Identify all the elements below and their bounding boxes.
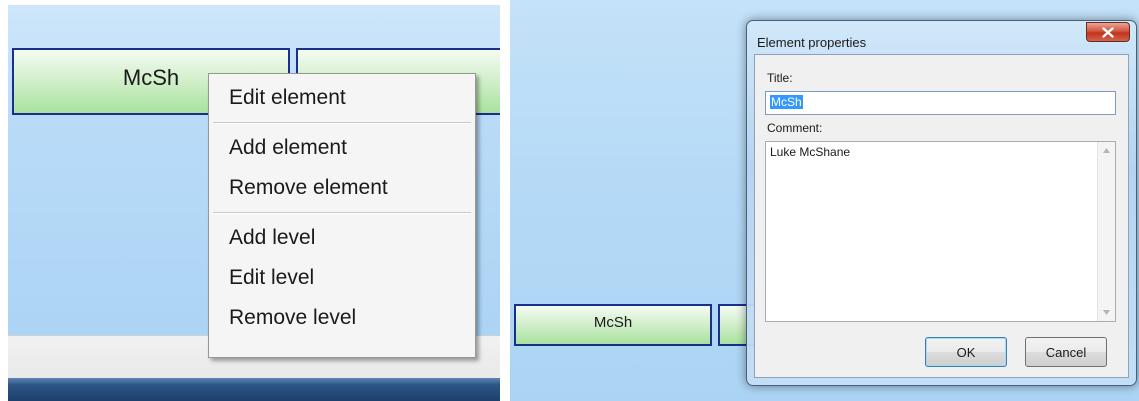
context-menu: Edit element Add element Remove element … [208,73,476,358]
menu-item-remove-level[interactable]: Remove level [209,298,475,338]
comment-textarea[interactable]: Luke McShane [765,141,1116,322]
menu-item-remove-element[interactable]: Remove element [209,168,475,208]
element-button-label: McSh [122,64,180,90]
scroll-down-icon[interactable] [1098,304,1115,321]
menu-item-add-element[interactable]: Add element [209,128,475,168]
left-screenshot-panel: McSh Edit element Add element Remove ele… [0,0,500,401]
close-icon [1102,26,1114,38]
menu-separator [213,212,471,214]
cancel-button[interactable]: Cancel [1025,337,1107,367]
dialog-content: Title: McSh Comment: Luke McShane OK Can… [754,54,1129,378]
menu-item-edit-level[interactable]: Edit level [209,258,475,298]
element-button-label: McSh [593,313,633,331]
menu-item-edit-element[interactable]: Edit element [209,78,475,118]
menu-item-add-level[interactable]: Add level [209,218,475,258]
comment-field-label: Comment: [767,121,823,135]
comment-scrollbar[interactable] [1097,142,1115,321]
close-button[interactable] [1086,22,1130,42]
title-field-label: Title: [767,71,793,85]
title-input[interactable]: McSh [765,91,1116,115]
taskbar [8,378,500,401]
dialog-title: Element properties [757,35,867,50]
title-input-value: McSh [770,95,803,109]
element-button-mcsh[interactable]: McSh [514,304,712,346]
comment-text: Luke McShane [770,145,851,159]
menu-separator [213,122,471,124]
right-screenshot-panel: McSh Element properties Title: McSh Comm… [510,0,1139,401]
ok-button[interactable]: OK [925,337,1007,367]
element-properties-dialog: Element properties Title: McSh Comment: … [746,20,1137,386]
scroll-up-icon[interactable] [1098,142,1115,159]
